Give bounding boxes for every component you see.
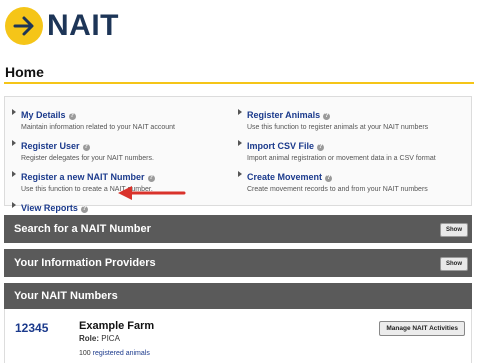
manage-nait-activities-button[interactable]: Manage NAIT Activities	[379, 321, 465, 336]
quick-links-left-column: My Details? Maintain information related…	[11, 105, 229, 221]
help-icon[interactable]: ?	[325, 175, 333, 182]
nait-numbers-bar: Your NAIT Numbers	[4, 283, 472, 309]
bullet-triangle-icon	[12, 109, 16, 115]
animal-count: 100 registered animals	[79, 350, 150, 357]
show-search-button[interactable]: Show	[440, 223, 468, 237]
quick-link-import-csv: Import CSV File? Import animal registrat…	[237, 136, 469, 162]
animal-count-value: 100	[79, 350, 91, 357]
import-csv-link[interactable]: Import CSV File	[247, 141, 314, 151]
quick-links-right-column: Register Animals? Use this function to r…	[237, 105, 469, 198]
nait-number-row: 12345 Example Farm Role: PICA 100 regist…	[4, 309, 472, 363]
nait-logo[interactable]: NAIT	[5, 6, 119, 46]
role-value: PICA	[101, 334, 120, 343]
help-icon[interactable]: ?	[80, 206, 88, 213]
my-details-link[interactable]: My Details	[21, 110, 66, 120]
quick-links-panel: My Details? Maintain information related…	[4, 96, 472, 213]
bullet-triangle-icon	[238, 140, 242, 146]
register-user-link[interactable]: Register User	[21, 141, 80, 151]
bullet-triangle-icon	[238, 109, 242, 115]
role-label: Role:	[79, 334, 99, 343]
quick-link-description: Maintain information related to your NAI…	[21, 124, 175, 131]
quick-link-description: Create movement records to and from your…	[247, 186, 428, 193]
quick-link-description: Use this function to register animals at…	[247, 124, 429, 131]
bullet-triangle-icon	[12, 140, 16, 146]
bullet-triangle-icon	[12, 202, 16, 208]
logo-text: NAIT	[47, 9, 119, 42]
title-divider	[4, 82, 474, 84]
quick-link-description: Register delegates for your NAIT numbers…	[21, 155, 154, 162]
create-movement-link[interactable]: Create Movement	[247, 172, 322, 182]
help-icon[interactable]: ?	[317, 144, 325, 151]
section-title: Your NAIT Numbers	[14, 290, 118, 302]
help-icon[interactable]: ?	[147, 175, 155, 182]
section-title: Your Information Providers	[14, 257, 156, 269]
section-title: Search for a NAIT Number	[14, 223, 151, 235]
farm-name: Example Farm	[79, 320, 155, 332]
register-nait-number-link[interactable]: Register a new NAIT Number	[21, 172, 145, 182]
quick-link-create-movement: Create Movement? Create movement records…	[237, 167, 469, 193]
bullet-triangle-icon	[238, 171, 242, 177]
help-icon[interactable]: ?	[323, 113, 331, 120]
page-title: Home	[5, 64, 44, 80]
quick-link-description: Import animal registration or movement d…	[247, 155, 436, 162]
nait-number-link[interactable]: 12345	[15, 321, 48, 335]
register-animals-link[interactable]: Register Animals	[247, 110, 320, 120]
arrow-right-circle-icon	[5, 7, 43, 45]
farm-role: Role: PICA	[79, 334, 120, 343]
help-icon[interactable]: ?	[68, 113, 76, 120]
view-reports-link[interactable]: View Reports	[21, 203, 78, 213]
registered-animals-link[interactable]: registered animals	[93, 350, 150, 357]
bullet-triangle-icon	[12, 171, 16, 177]
quick-link-my-details: My Details? Maintain information related…	[11, 105, 229, 131]
information-providers-bar[interactable]: Your Information Providers Show	[4, 249, 472, 277]
search-nait-number-bar[interactable]: Search for a NAIT Number Show	[4, 215, 472, 243]
annotation-arrow-icon	[118, 186, 186, 200]
help-icon[interactable]: ?	[82, 144, 90, 151]
quick-link-register-user: Register User? Register delegates for yo…	[11, 136, 229, 162]
quick-link-register-animals: Register Animals? Use this function to r…	[237, 105, 469, 131]
show-providers-button[interactable]: Show	[440, 257, 468, 271]
